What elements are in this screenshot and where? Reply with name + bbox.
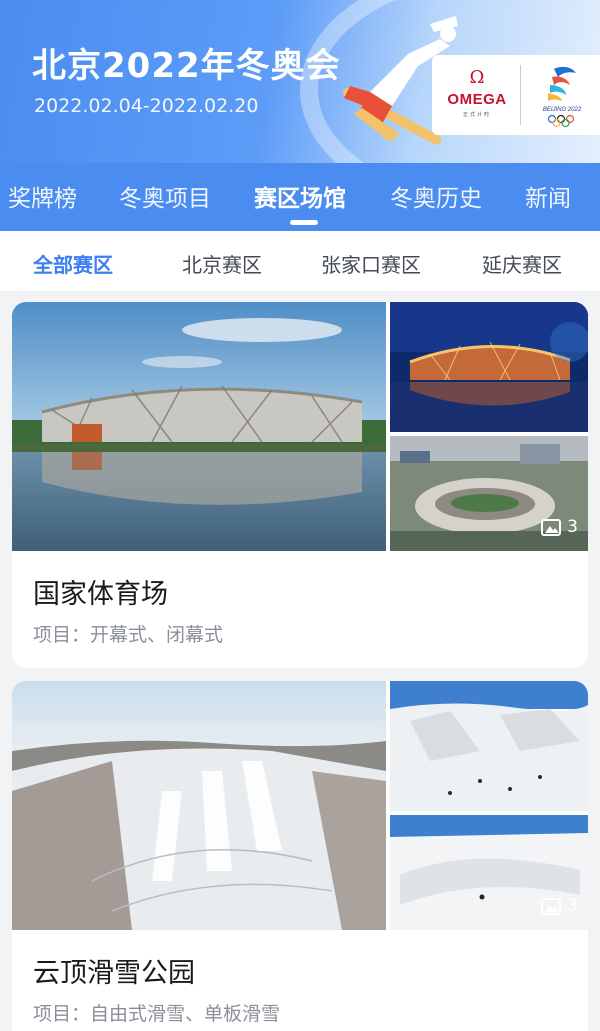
venue-name: 国家体育场 (33, 579, 168, 610)
venue-card[interactable]: 3 国家体育场 项目：开幕式、闭幕式 (12, 302, 588, 668)
venue-name: 云顶滑雪公园 (33, 958, 195, 989)
venue-aerial-photo[interactable]: 3 (390, 436, 588, 551)
venue-events-label: 项目： (33, 624, 91, 646)
venue-main-photo[interactable] (12, 302, 386, 551)
beijing-2022-logo: BEIJING 2022 (543, 66, 582, 128)
venue-events: 项目：开幕式、闭幕式 (33, 620, 223, 647)
tab-news[interactable]: 新闻 (525, 179, 571, 213)
venue-events: 项目：自由式滑雪、单板滑雪 (33, 999, 280, 1026)
tab-medals[interactable]: 奖牌榜 (8, 179, 77, 213)
filter-beijing-zone[interactable]: 北京赛区 (182, 249, 262, 278)
zone-filter-bar: 全部赛区 北京赛区 张家口赛区 延庆赛区 (0, 231, 600, 291)
omega-logo-text: OMEGA (447, 91, 507, 108)
sponsor-divider (520, 65, 521, 125)
filter-yanqing-zone[interactable]: 延庆赛区 (482, 249, 562, 278)
omega-symbol: Ω (469, 67, 485, 88)
venue-events-label: 项目： (33, 1003, 91, 1025)
active-tab-indicator (290, 220, 318, 225)
venue-main-photo[interactable] (12, 681, 386, 930)
filter-zhangjiakou-zone[interactable]: 张家口赛区 (321, 249, 421, 278)
beijing-logo-text: BEIJING 2022 (543, 107, 582, 113)
tab-olympic-events[interactable]: 冬奥项目 (119, 179, 211, 213)
sponsor-card: Ω OMEGA 正式计时 BEIJING 2022 (432, 55, 600, 135)
header-banner: 北京2022年冬奥会 2022.02.04-2022.02.20 Ω OMEGA… (0, 0, 600, 163)
photo-count-badge: 3 (541, 896, 578, 916)
image-icon (541, 897, 562, 915)
venue-slope-photo[interactable] (390, 681, 588, 811)
page-title: 北京2022年冬奥会 (32, 46, 341, 86)
venue-card[interactable]: 3 云顶滑雪公园 项目：自由式滑雪、单板滑雪 (12, 681, 588, 1031)
main-tab-bar: 奖牌榜 冬奥项目 赛区场馆 冬奥历史 新闻 (0, 163, 600, 231)
venue-course-photo[interactable]: 3 (390, 815, 588, 930)
venue-events-value: 开幕式、闭幕式 (90, 624, 224, 646)
photo-count: 3 (567, 896, 578, 916)
venue-events-value: 自由式滑雪、单板滑雪 (90, 1003, 281, 1025)
image-icon (541, 518, 562, 536)
photo-count: 3 (567, 517, 578, 537)
filter-all-zones[interactable]: 全部赛区 (33, 249, 113, 278)
tab-history[interactable]: 冬奥历史 (390, 179, 482, 213)
photo-count-badge: 3 (541, 517, 578, 537)
event-dates: 2022.02.04-2022.02.20 (34, 95, 259, 117)
omega-subtitle: 正式计时 (462, 112, 491, 118)
tab-venues[interactable]: 赛区场馆 (254, 179, 346, 213)
venue-night-photo[interactable] (390, 302, 588, 432)
